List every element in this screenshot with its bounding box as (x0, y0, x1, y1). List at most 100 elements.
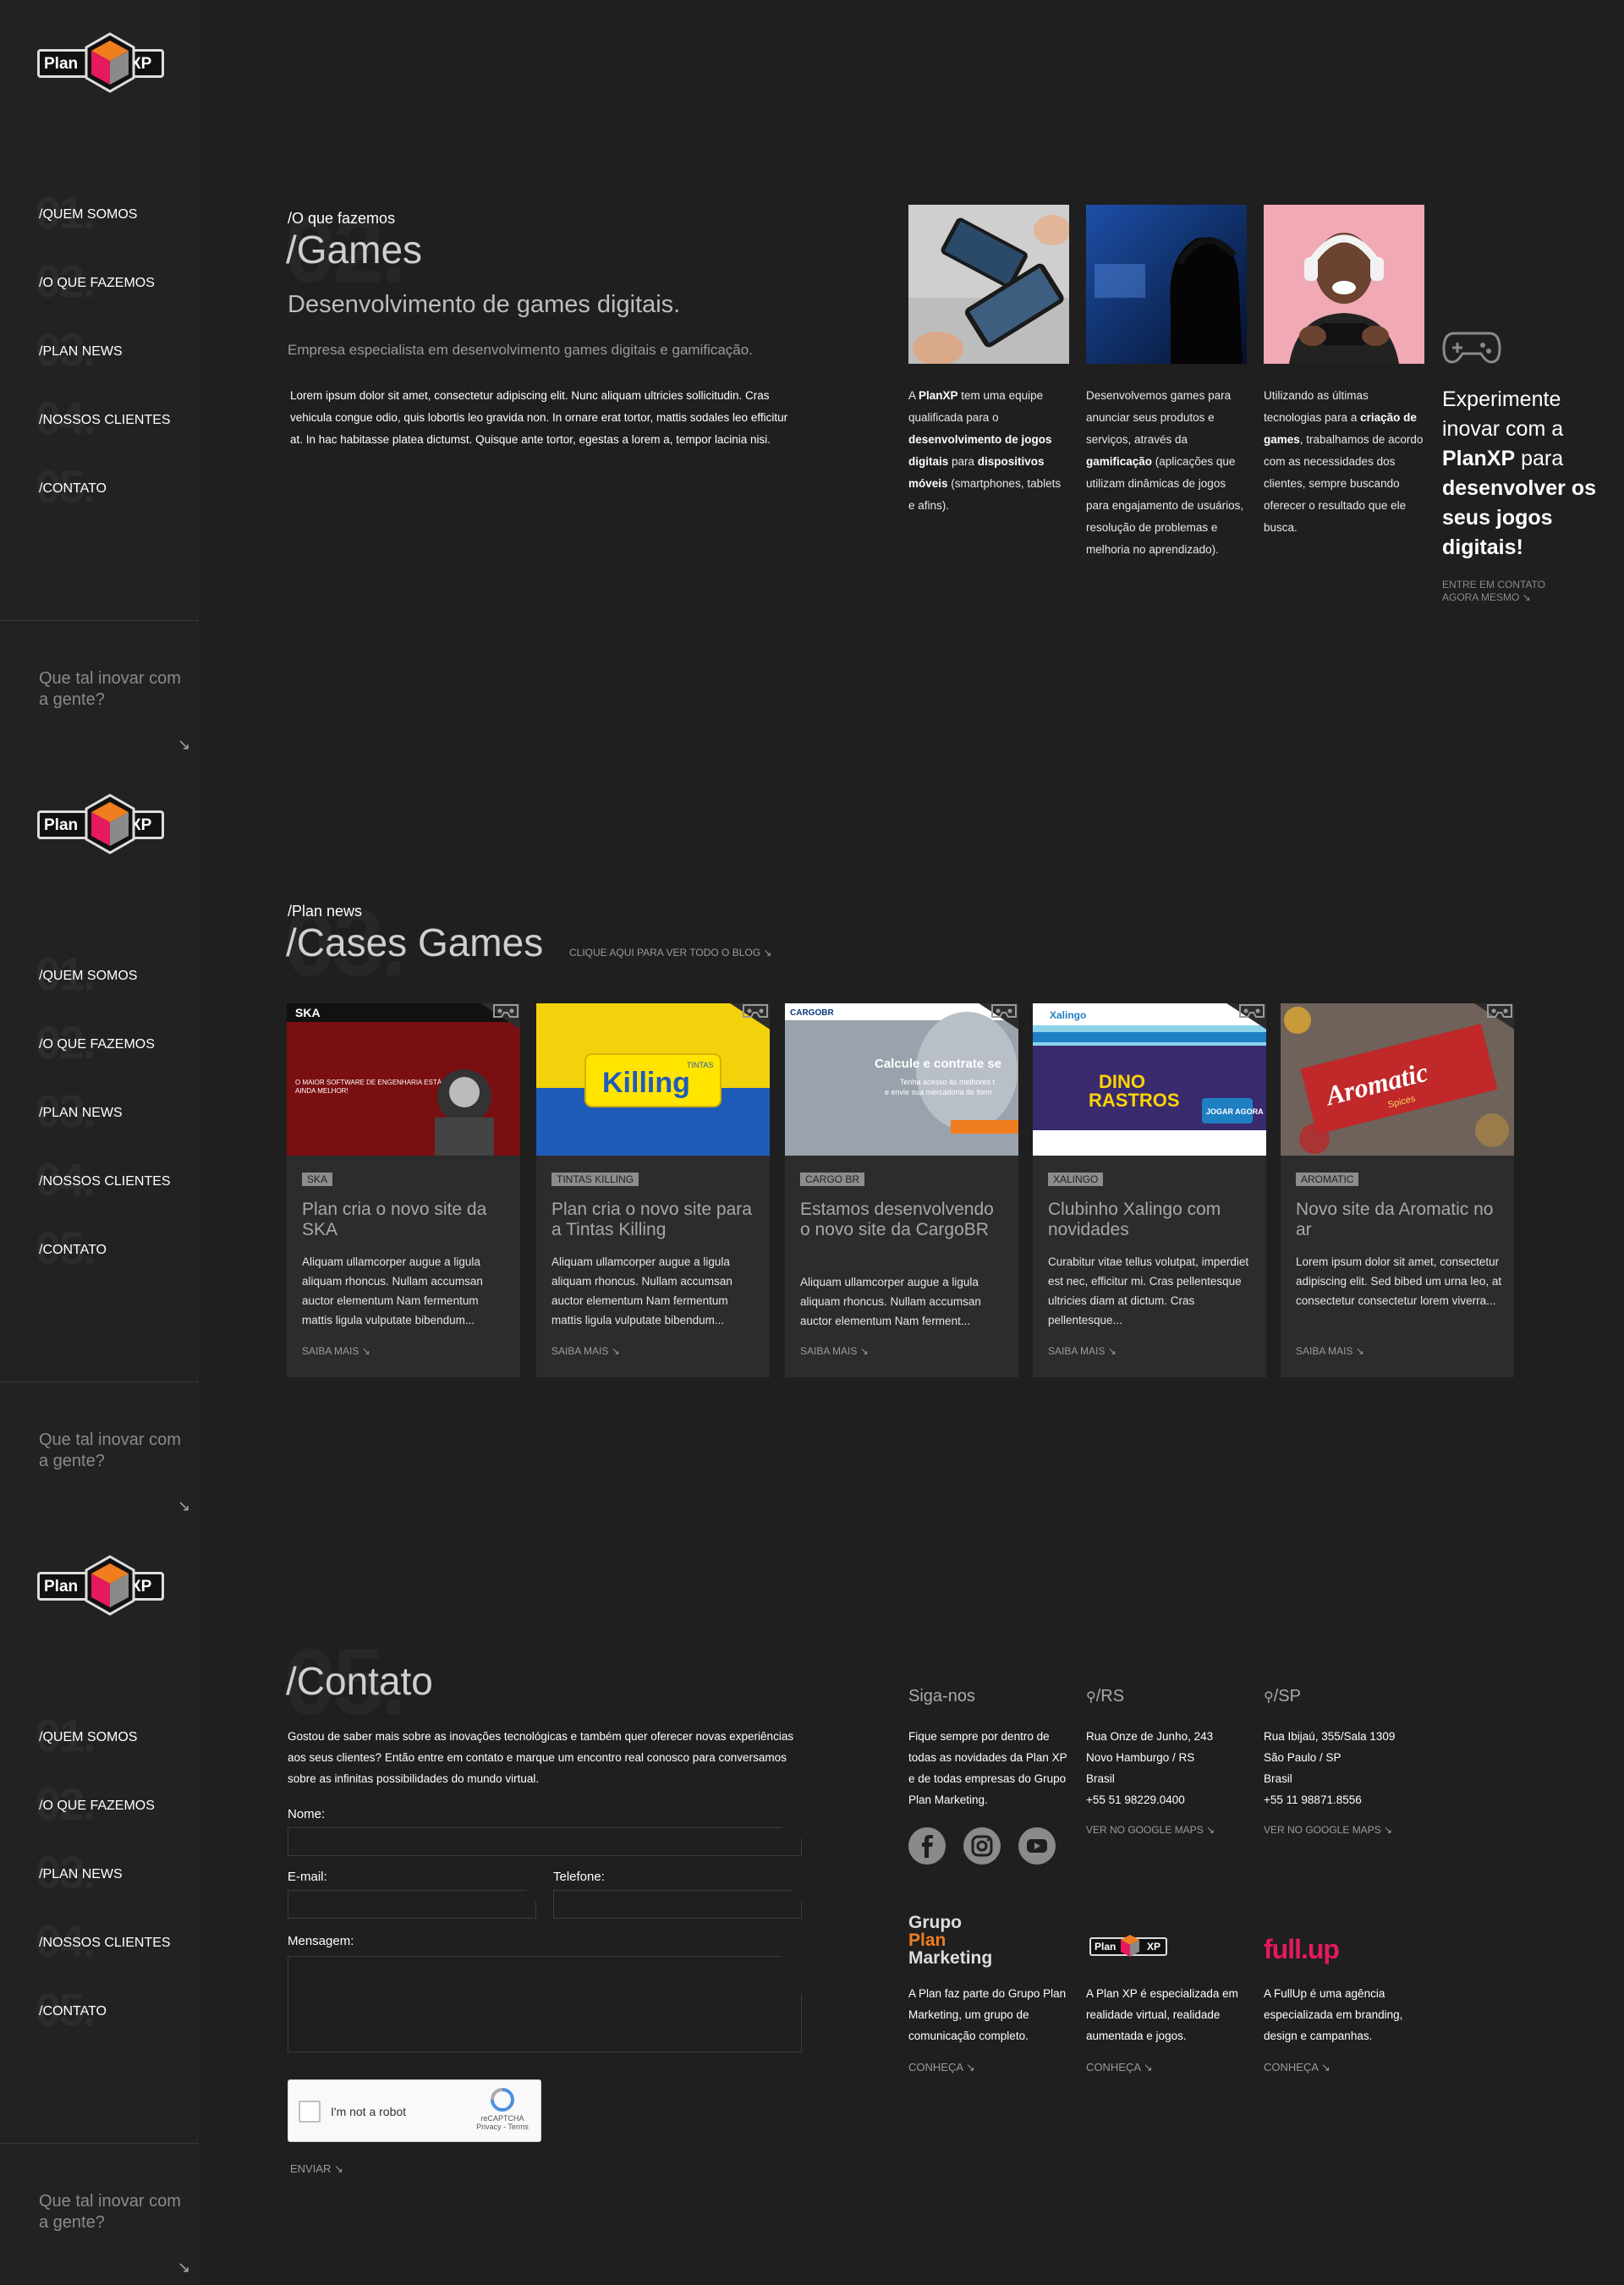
section-kicker: /Plan news (288, 903, 363, 920)
news-card[interactable]: SKA O MAIOR SOFTWARE DE ENGENHARIA ESTÁ AI… (287, 1003, 520, 1377)
card-title[interactable]: Clubinho Xalingo com novidades (1048, 1200, 1255, 1240)
planxp-logo[interactable]: Plan XP (37, 32, 166, 93)
card-tag: XALINGO (1048, 1173, 1104, 1186)
read-more-link[interactable]: SAIBA MAIS ↘ (302, 1345, 370, 1357)
svg-text:Xalingo: Xalingo (1050, 1009, 1086, 1021)
section-title: /Contato (286, 1659, 433, 1703)
message-field[interactable] (288, 1956, 802, 2052)
games-column-1: A PlanXP tem uma equipe qualificada para… (908, 389, 1062, 512)
read-more-link[interactable]: SAIBA MAIS ↘ (1296, 1345, 1364, 1357)
read-more-link[interactable]: SAIBA MAIS ↘ (800, 1345, 869, 1357)
card-body: Aliquam ullamcorper augue a ligula aliqu… (551, 1255, 732, 1327)
name-label: Nome: (288, 1807, 326, 1821)
games-column-3: Utilizando as últimas tecnologias para a… (1264, 389, 1424, 534)
location-pin-icon: ⚲ (1264, 1690, 1274, 1705)
cube-icon (85, 794, 135, 854)
svg-text:RASTROS: RASTROS (1089, 1090, 1180, 1111)
svg-text:e envie sua mercadoria de form: e envie sua mercadoria de form (885, 1088, 992, 1096)
contact-intro: Gostou de saber mais sobre as inovações … (288, 1730, 794, 1785)
card-tag: AROMATIC (1296, 1173, 1359, 1186)
nav-label: /PLAN NEWS (39, 1106, 123, 1120)
message-label: Mensagem: (288, 1934, 354, 1948)
email-field[interactable] (288, 1890, 536, 1919)
planxp-logo-small: Plan XP (1089, 1935, 1167, 1957)
card-title[interactable]: Plan cria o novo site da SKA (302, 1200, 509, 1240)
card-thumbnail[interactable]: Killing TINTAS (536, 1003, 770, 1156)
planxp-text: A Plan XP é especializada em realidade v… (1086, 1987, 1238, 2042)
cube-icon (85, 32, 135, 93)
planxp-link[interactable]: CONHEÇA ↘ (1086, 2061, 1153, 2074)
recaptcha-icon (491, 2088, 514, 2112)
card-tag: CARGO BR (800, 1173, 865, 1186)
nav-label: /QUEM SOMOS (39, 207, 138, 222)
sp-heading: ⚲/SP (1264, 1687, 1301, 1706)
card-title[interactable]: Plan cria o novo site para a Tintas Kill… (551, 1200, 759, 1240)
email-label: E-mail: (288, 1870, 327, 1884)
svg-text:TINTAS: TINTAS (687, 1061, 713, 1069)
vr-headset-icon (1239, 1004, 1265, 1018)
grupo-text: A Plan faz parte do Grupo Plan Marketing… (908, 1987, 1067, 2042)
fullup-logo: full.up (1264, 1934, 1340, 1964)
sidebar-panel: Plan XP 01. /QUEM SOMOS 02. /O QUE FAZEM… (0, 1523, 199, 2284)
news-card[interactable]: Aromatic Spices AROMATIC Novo site da Aro… (1281, 1003, 1514, 1377)
nav-label: /NOSSOS CLIENTES (39, 1174, 171, 1189)
location-pin-icon: ⚲ (1086, 1690, 1096, 1705)
cube-icon (85, 1555, 135, 1616)
nav-label: /CONTATO (39, 481, 107, 496)
games-cta-text: Experimente inovar com a PlanXP para des… (1442, 387, 1597, 559)
card-title[interactable]: Estamos desenvolvendo o novo site da Car… (800, 1200, 1007, 1240)
news-card[interactable]: Killing TINTAS TINTAS KILLING Plan cria o… (536, 1003, 770, 1377)
sp-maps-link[interactable]: VER NO GOOGLE MAPS ↘ (1264, 1824, 1392, 1836)
nav-label: /PLAN NEWS (39, 344, 123, 359)
svg-text:JOGAR AGORA: JOGAR AGORA (1206, 1107, 1264, 1116)
nav-label: /O QUE FAZEMOS (39, 1037, 155, 1052)
games-column-2: Desenvolvemos games para anunciar seus p… (1086, 389, 1244, 556)
read-more-link[interactable]: SAIBA MAIS ↘ (551, 1345, 620, 1357)
nav-label: /QUEM SOMOS (39, 969, 138, 983)
send-button[interactable]: ENVIAR ↘ (290, 2162, 343, 2176)
phone-field[interactable] (553, 1890, 802, 1919)
sidebar-cta[interactable]: Que tal inovar com a gente? (39, 2191, 183, 2233)
name-field[interactable] (288, 1827, 802, 1856)
svg-text:SKA: SKA (295, 1006, 321, 1019)
view-blog-link[interactable]: CLIQUE AQUI PARA VER TODO O BLOG ↘ (569, 947, 771, 958)
fullup-link[interactable]: CONHEÇA ↘ (1264, 2061, 1330, 2074)
section-title: /Games (286, 228, 423, 272)
sidebar-cta[interactable]: Que tal inovar com a gente? (39, 668, 183, 711)
grupo-link[interactable]: CONHEÇA ↘ (908, 2061, 975, 2074)
contact-now-link[interactable]: ENTRE EM CONTATO AGORA MESMO ↘ (1442, 579, 1552, 604)
follow-heading: Siga-nos (908, 1687, 975, 1706)
card-body: Curabitur vitae tellus volutpat, imperdi… (1048, 1255, 1249, 1327)
youtube-icon[interactable] (1018, 1827, 1056, 1865)
card-title[interactable]: Novo site da Aromatic no ar (1296, 1200, 1503, 1240)
facebook-icon[interactable] (908, 1827, 946, 1865)
rs-maps-link[interactable]: VER NO GOOGLE MAPS ↘ (1086, 1824, 1215, 1836)
divider (0, 620, 199, 621)
arrow-down-right-icon[interactable]: ↘ (178, 1497, 190, 1515)
card-thumbnail[interactable]: SKA O MAIOR SOFTWARE DE ENGENHARIA ESTÁ AI… (287, 1003, 520, 1156)
card-body: Aliquam ullamcorper augue a ligula aliqu… (302, 1255, 483, 1327)
news-card[interactable]: CARGOBR Calcule e contrate se Tenha acesso… (785, 1003, 1018, 1377)
rs-heading: ⚲/RS (1086, 1687, 1125, 1706)
card-thumbnail[interactable]: Xalingo DINO RASTROS JOGAR AGORA (1033, 1003, 1266, 1156)
nav-label: /CONTATO (39, 1243, 107, 1257)
planxp-logo[interactable]: Plan XP (37, 794, 166, 854)
arrow-down-right-icon[interactable]: ↘ (178, 2259, 190, 2277)
card-thumbnail[interactable]: CARGOBR Calcule e contrate se Tenha acesso… (785, 1003, 1018, 1156)
instagram-icon[interactable] (963, 1827, 1001, 1865)
sidebar-cta[interactable]: Que tal inovar com a gente? (39, 1430, 183, 1472)
arrow-down-right-icon[interactable]: ↘ (178, 736, 190, 754)
news-card[interactable]: Xalingo DINO RASTROS JOGAR AGORA XALINGO Cl… (1033, 1003, 1266, 1377)
vr-headset-icon (1487, 1004, 1512, 1018)
photo-phones-game (908, 205, 1069, 364)
section-title: /Cases Games (286, 920, 544, 964)
recaptcha-checkbox[interactable] (299, 2101, 321, 2123)
read-more-link[interactable]: SAIBA MAIS ↘ (1048, 1345, 1116, 1357)
section-kicker: /O que fazemos (288, 210, 396, 227)
svg-text:Killing: Killing (602, 1067, 690, 1099)
recaptcha-links[interactable]: Privacy - Terms (473, 2123, 532, 2131)
vr-headset-icon (743, 1004, 768, 1018)
card-thumbnail[interactable]: Aromatic Spices (1281, 1003, 1514, 1156)
nav-label: /PLAN NEWS (39, 1867, 123, 1881)
planxp-logo[interactable]: Plan XP (37, 1555, 166, 1616)
